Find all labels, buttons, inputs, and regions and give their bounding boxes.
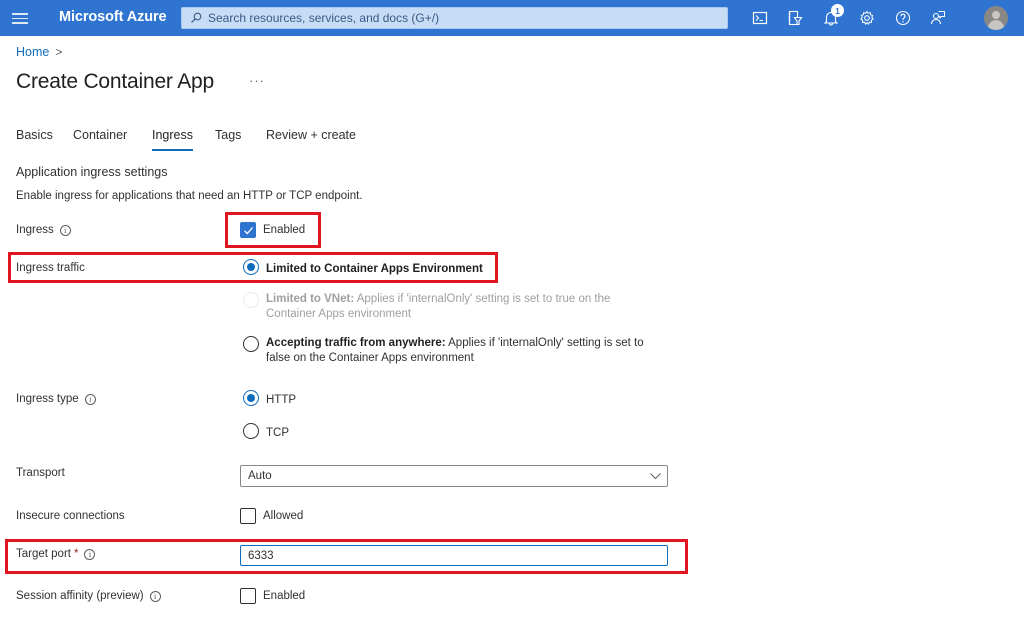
target-port-label: Target port * i [16, 548, 96, 560]
search-icon [191, 12, 202, 23]
tab-container[interactable]: Container [73, 128, 127, 142]
more-options-icon[interactable]: ··· [249, 73, 265, 88]
option-title: Limited to Container Apps Environment [266, 263, 483, 275]
info-icon[interactable]: i [149, 590, 161, 602]
ingress-enabled-label: Enabled [263, 224, 306, 236]
ingress-type-radio-tcp[interactable] [243, 423, 259, 439]
ingress-traffic-radio-anywhere[interactable] [243, 336, 259, 352]
info-icon[interactable]: i [84, 393, 96, 405]
insecure-connections-allowed-label: Allowed [263, 510, 304, 522]
ingress-enabled-checkbox[interactable] [240, 222, 256, 238]
hamburger-menu-icon[interactable] [12, 10, 28, 26]
ingress-label-text: Ingress [16, 224, 54, 236]
search-input[interactable]: Search resources, services, and docs (G+… [181, 7, 728, 29]
option-title: Accepting traffic from anywhere: [266, 337, 446, 349]
session-affinity-label: Session affinity (preview) i [16, 590, 161, 602]
ingress-type-label-text: Ingress type [16, 393, 79, 405]
transport-label: Transport [16, 467, 65, 479]
notification-count-badge: 1 [831, 4, 844, 17]
brand-title[interactable]: Microsoft Azure [59, 9, 167, 25]
tab-tags[interactable]: Tags [215, 128, 241, 142]
tab-basics[interactable]: Basics [16, 128, 53, 142]
ingress-traffic-option-environment: Limited to Container Apps Environment [266, 262, 483, 277]
help-icon[interactable] [894, 9, 912, 27]
directory-filter-icon[interactable] [786, 9, 804, 27]
session-affinity-label-text: Session affinity (preview) [16, 590, 144, 602]
info-icon[interactable]: i [84, 548, 96, 560]
cloud-shell-icon[interactable] [751, 9, 769, 27]
checkmark-icon [244, 227, 253, 235]
insecure-connections-label: Insecure connections [16, 510, 125, 522]
page-title: Create Container App [16, 70, 214, 93]
breadcrumb: Home > [16, 45, 62, 59]
top-navigation-bar: Microsoft Azure Search resources, servic… [0, 0, 1024, 36]
tab-review-create[interactable]: Review + create [266, 128, 356, 142]
ingress-traffic-radio-environment[interactable] [243, 259, 259, 275]
ingress-type-radio-http[interactable] [243, 390, 259, 406]
ingress-type-http-label: HTTP [266, 394, 297, 406]
ingress-traffic-radio-vnet [243, 292, 259, 308]
ingress-traffic-label: Ingress traffic [16, 262, 85, 274]
breadcrumb-separator-icon: > [55, 45, 63, 59]
ingress-label: Ingress i [16, 224, 71, 236]
session-affinity-checkbox[interactable] [240, 588, 256, 604]
target-port-label-text: Target port [16, 548, 71, 560]
ingress-type-label: Ingress type i [16, 393, 96, 405]
user-avatar[interactable] [984, 6, 1008, 30]
ingress-type-tcp-label: TCP [266, 427, 289, 439]
feedback-icon[interactable] [929, 9, 947, 27]
session-affinity-enabled-label: Enabled [263, 590, 306, 602]
chevron-down-icon [650, 473, 661, 480]
tab-ingress[interactable]: Ingress [152, 128, 193, 151]
section-title: Application ingress settings [16, 165, 168, 179]
ingress-traffic-option-anywhere: Accepting traffic from anywhere: Applies… [266, 336, 666, 366]
search-placeholder: Search resources, services, and docs (G+… [208, 11, 440, 25]
transport-selected-value: Auto [248, 470, 272, 482]
ingress-traffic-option-vnet: Limited to VNet: Applies if 'internalOnl… [266, 292, 646, 322]
required-asterisk: * [73, 548, 79, 560]
target-port-input[interactable] [240, 545, 668, 566]
settings-icon[interactable] [858, 9, 876, 27]
transport-dropdown[interactable]: Auto [240, 465, 668, 487]
info-icon[interactable]: i [59, 224, 71, 236]
section-description: Enable ingress for applications that nee… [16, 190, 363, 202]
breadcrumb-home-link[interactable]: Home [16, 45, 49, 59]
option-title: Limited to VNet: [266, 293, 355, 305]
insecure-connections-checkbox[interactable] [240, 508, 256, 524]
